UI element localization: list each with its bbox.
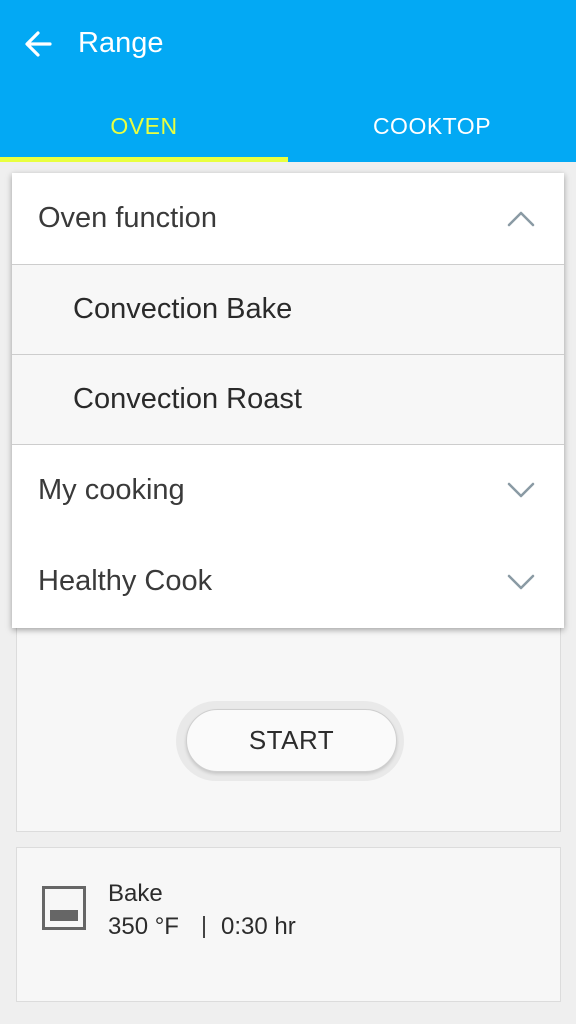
option-label: Convection Roast xyxy=(73,383,302,415)
oven-icon xyxy=(42,886,86,930)
start-button[interactable]: START xyxy=(186,709,397,772)
option-convection-roast[interactable]: Convection Roast xyxy=(12,354,564,444)
option-convection-bake[interactable]: Convection Bake xyxy=(12,264,564,354)
section-my-cooking[interactable]: My cooking xyxy=(12,444,564,535)
chevron-up-icon xyxy=(507,211,535,226)
section-label: Oven function xyxy=(38,202,217,234)
status-time: 0:30 hr xyxy=(220,913,296,940)
oven-dropdown-menu: Oven function Convection Bake Convection… xyxy=(12,173,564,628)
tab-oven[interactable]: OVEN xyxy=(0,90,288,162)
option-label: Convection Bake xyxy=(73,293,293,325)
tab-cooktop[interactable]: COOKTOP xyxy=(288,90,576,162)
status-mode: Bake xyxy=(108,880,163,907)
section-label: Healthy Cook xyxy=(38,565,213,597)
status-details: 350 °F 0:30 hr xyxy=(108,911,296,943)
back-button[interactable] xyxy=(16,22,60,66)
app-bar: Range OVEN COOKTOP xyxy=(0,0,576,162)
status-temperature: 350 °F xyxy=(108,913,179,940)
section-healthy-cook[interactable]: Healthy Cook xyxy=(12,535,564,628)
chevron-down-icon xyxy=(507,482,535,498)
section-label: My cooking xyxy=(38,473,185,506)
chevron-down-icon xyxy=(507,574,535,589)
status-divider xyxy=(202,916,205,938)
tab-indicator xyxy=(0,157,288,162)
page-title: Range xyxy=(78,27,164,59)
section-oven-function[interactable]: Oven function xyxy=(12,173,564,264)
arrow-left-icon xyxy=(25,31,52,57)
